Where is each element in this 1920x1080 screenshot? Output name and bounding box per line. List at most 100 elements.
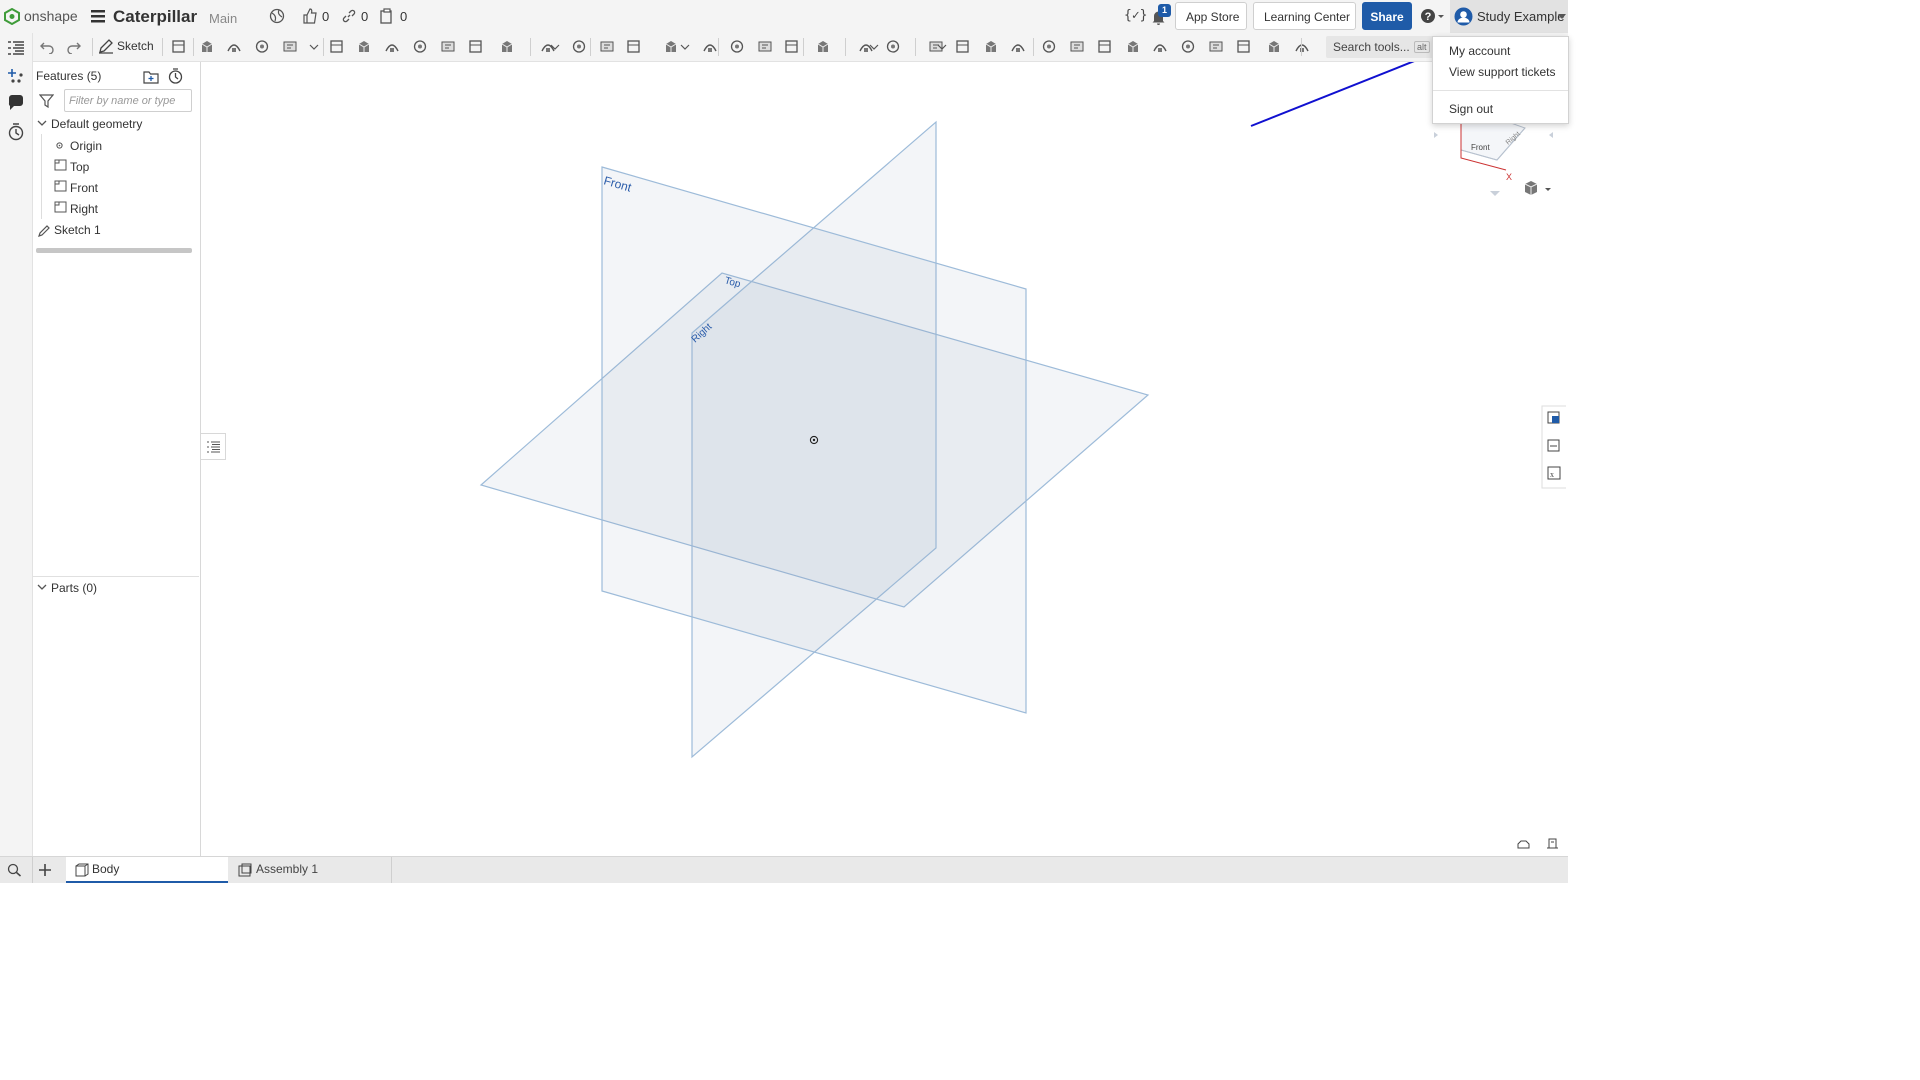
chevron-down-icon[interactable]	[937, 39, 947, 54]
rib-icon[interactable]	[412, 39, 428, 54]
share-button[interactable]: Share	[1362, 2, 1412, 30]
globe-icon[interactable]	[269, 8, 285, 24]
feature-item-origin[interactable]: Origin	[70, 139, 102, 153]
branch-label[interactable]: Main	[209, 11, 237, 26]
search-tools-input[interactable]: Search tools...	[1333, 40, 1410, 54]
link-icon[interactable]	[342, 9, 356, 23]
tab-body[interactable]: Body	[66, 857, 228, 883]
feature-item-sketch[interactable]: Sketch 1	[54, 223, 101, 237]
delete-part-icon[interactable]	[663, 39, 679, 54]
tab-assembly[interactable]: Assembly 1	[230, 857, 392, 883]
add-custom-feature-icon[interactable]	[1294, 39, 1310, 54]
configuration-icon[interactable]	[983, 39, 999, 54]
move-face-icon[interactable]	[729, 39, 745, 54]
part-studio-tool[interactable]	[171, 39, 187, 54]
helix-icon[interactable]	[885, 39, 901, 54]
user-menu-button[interactable]: Study Example	[1450, 0, 1568, 33]
finish-icon[interactable]	[1208, 39, 1224, 54]
feature-item-right[interactable]: Right	[70, 202, 98, 216]
menu-item-support-tickets[interactable]: View support tickets	[1449, 65, 1556, 79]
add-folder-icon[interactable]	[143, 69, 159, 84]
sketch-button[interactable]: Sketch	[117, 39, 154, 53]
graphics-viewport[interactable]: Front Top Right Front Right X x	[226, 62, 1566, 856]
panel-divider[interactable]	[33, 576, 199, 577]
history-icon[interactable]	[7, 123, 25, 141]
comments-icon[interactable]	[7, 94, 25, 112]
sweep-icon[interactable]	[254, 39, 270, 54]
feature-list-icon[interactable]	[7, 39, 25, 57]
variable-icon[interactable]	[955, 39, 971, 54]
draft-icon[interactable]	[384, 39, 400, 54]
chevron-down-icon[interactable]	[37, 120, 47, 127]
app-store-button[interactable]: App Store	[1175, 2, 1247, 30]
modify-fillet-icon[interactable]	[702, 39, 718, 54]
pattern-icon[interactable]	[499, 39, 515, 54]
chevron-down-icon[interactable]	[550, 39, 560, 54]
extrude-icon[interactable]	[199, 39, 215, 54]
shell-icon[interactable]	[440, 39, 456, 54]
onshape-logo-icon[interactable]	[4, 8, 20, 25]
filter-input[interactable]: Filter by name or type	[64, 89, 192, 112]
help-icon[interactable]: ?	[1420, 8, 1446, 24]
rollback-timer-icon[interactable]	[168, 68, 183, 84]
chamfer-icon[interactable]	[356, 39, 372, 54]
insert-icon[interactable]	[7, 67, 25, 85]
like-icon[interactable]	[302, 8, 318, 24]
sketch-icon[interactable]	[98, 39, 114, 54]
onshape-logo-text[interactable]: onshape	[24, 8, 78, 24]
tab-bar: Body Assembly 1	[0, 856, 1568, 883]
user-dropdown-menu: My account View support tickets Sign out	[1432, 36, 1569, 124]
tab-icon[interactable]	[1069, 39, 1085, 54]
ruler-icon[interactable]	[1547, 838, 1558, 849]
view-cube-front[interactable]: Front	[1471, 143, 1490, 152]
flat-icon[interactable]	[1180, 39, 1196, 54]
menu-item-sign-out[interactable]: Sign out	[1449, 102, 1493, 116]
sheet-metal-icon[interactable]	[1010, 39, 1026, 54]
table-icon[interactable]	[1236, 39, 1252, 54]
avatar-icon	[1454, 7, 1473, 26]
feature-panel: Features (5) Filter by name or type Defa…	[33, 62, 201, 858]
part-studio-icon	[75, 863, 89, 877]
transform-icon[interactable]	[626, 39, 642, 54]
plane-tool-icon[interactable]	[815, 39, 831, 54]
boolean-icon[interactable]	[571, 39, 587, 54]
feature-item-front[interactable]: Front	[70, 181, 98, 195]
filter-icon[interactable]	[39, 94, 54, 108]
measure-icon[interactable]	[1517, 840, 1530, 849]
menu-icon[interactable]	[91, 10, 105, 23]
offset-surface-icon[interactable]	[784, 39, 800, 54]
bend-relief-icon[interactable]	[1125, 39, 1141, 54]
flange-icon[interactable]	[1041, 39, 1057, 54]
chevron-down-icon[interactable]	[869, 39, 879, 54]
notification-badge[interactable]: 1	[1158, 4, 1171, 17]
menu-item-my-account[interactable]: My account	[1449, 44, 1510, 58]
learning-center-button[interactable]: Learning Center	[1253, 2, 1356, 30]
plane-icon	[54, 201, 67, 213]
chevron-down-icon[interactable]	[680, 39, 690, 54]
parts-group[interactable]: Parts (0)	[51, 581, 97, 595]
view-mode-icon[interactable]	[1524, 181, 1551, 195]
split-icon[interactable]	[599, 39, 615, 54]
revolve-icon[interactable]	[226, 39, 242, 54]
replace-face-icon[interactable]	[757, 39, 773, 54]
gear-icon[interactable]	[1266, 39, 1282, 54]
undo-icon[interactable]	[39, 39, 55, 54]
default-geometry-group[interactable]: Default geometry	[51, 117, 142, 131]
featurescript-icon[interactable]: {✓}	[1124, 8, 1147, 23]
panel-toggle-button[interactable]	[201, 433, 226, 460]
copy-icon[interactable]	[380, 8, 395, 24]
feature-item-top[interactable]: Top	[70, 160, 89, 174]
rollback-bar[interactable]	[36, 248, 192, 253]
redo-icon[interactable]	[66, 39, 82, 54]
document-title[interactable]: Caterpillar	[113, 7, 197, 27]
corner-icon[interactable]	[1097, 39, 1113, 54]
form-icon[interactable]	[1152, 39, 1168, 54]
chevron-down-icon[interactable]	[37, 584, 47, 591]
tab-manager-icon[interactable]	[7, 863, 24, 877]
hole-icon[interactable]	[468, 39, 484, 54]
add-tab-icon[interactable]	[38, 863, 52, 877]
loft-icon[interactable]	[282, 39, 298, 54]
origin-icon	[56, 142, 63, 149]
chevron-down-icon[interactable]	[309, 39, 319, 54]
fillet-icon[interactable]	[329, 39, 345, 54]
